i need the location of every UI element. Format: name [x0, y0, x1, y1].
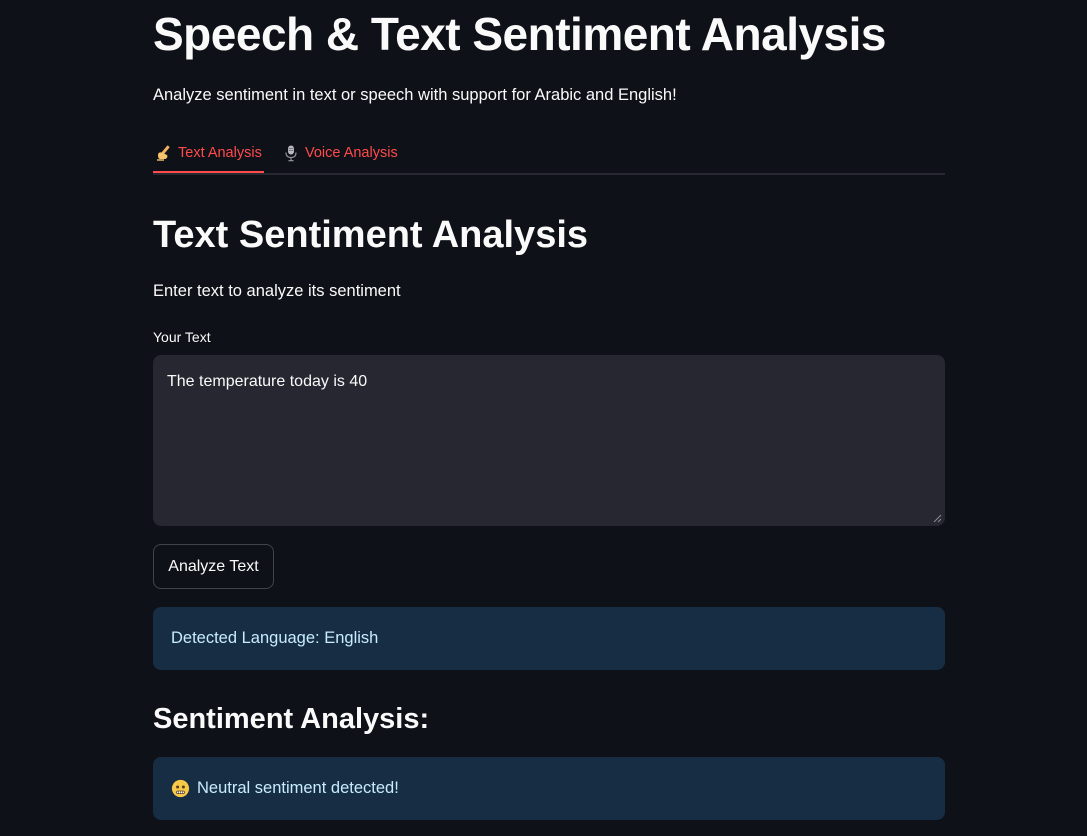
tab-text-analysis-label: Text Analysis	[178, 145, 262, 161]
results-title: Sentiment Analysis:	[153, 703, 430, 735]
tab-voice-analysis-label: Voice Analysis	[305, 145, 398, 161]
text-input[interactable]: The temperature today is 40	[153, 355, 945, 526]
tab-voice-analysis[interactable]: Voice Analysis	[282, 135, 398, 171]
microphone-icon	[282, 144, 300, 162]
text-input-label: Your Text	[153, 329, 211, 345]
section-description: Enter text to analyze its sentiment	[153, 282, 401, 300]
app-subtitle: Analyze sentiment in text or speech with…	[153, 86, 677, 104]
writing-hand-icon	[155, 144, 173, 162]
neutral-face-icon	[171, 779, 190, 798]
app-title: Speech & Text Sentiment Analysis	[153, 8, 887, 60]
tab-text-analysis[interactable]: Text Analysis	[153, 135, 264, 173]
sentiment-result-text: Neutral sentiment detected!	[197, 779, 399, 797]
tab-bar: Text Analysis Voice Analysis	[153, 135, 945, 175]
detected-language-alert: Detected Language: English	[153, 607, 945, 670]
detected-language-text: Detected Language: English	[171, 629, 379, 647]
section-title: Text Sentiment Analysis	[153, 214, 589, 256]
sentiment-result-alert: Neutral sentiment detected!	[153, 757, 945, 820]
analyze-text-button[interactable]: Analyze Text	[153, 544, 274, 589]
resize-handle-icon[interactable]	[933, 514, 942, 523]
